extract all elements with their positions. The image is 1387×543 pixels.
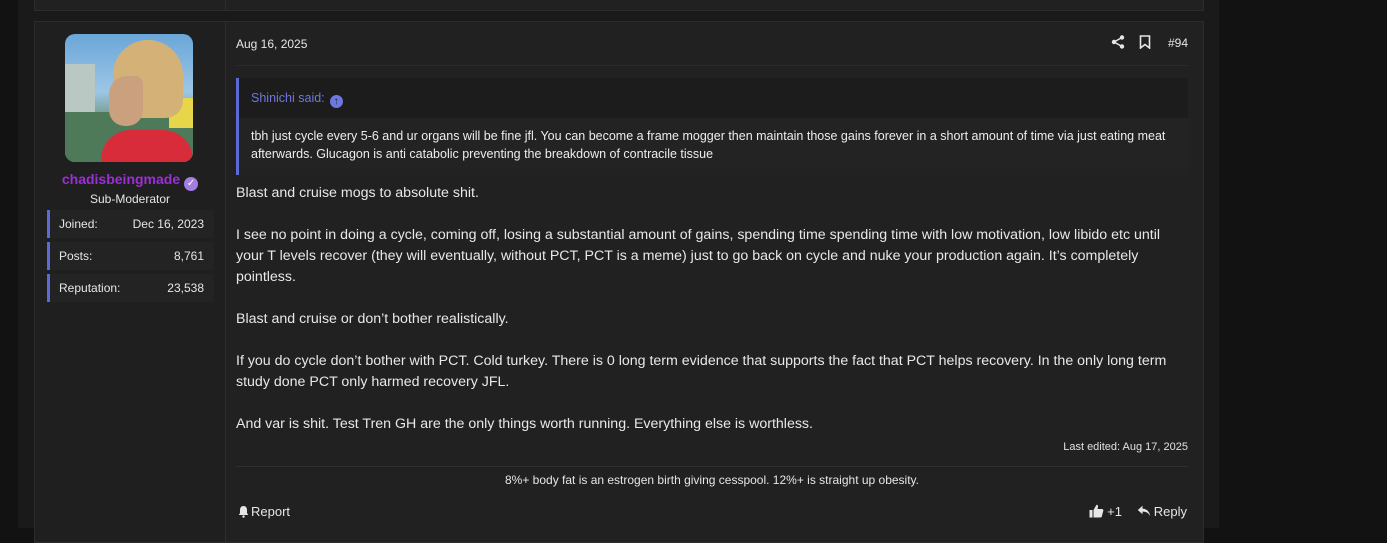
quote-text: tbh just cycle every 5-6 and ur organs w… <box>251 129 1166 161</box>
avatar-face <box>109 76 143 126</box>
avatar[interactable] <box>65 34 193 162</box>
stat-reputation: Reputation: 23,538 <box>47 274 214 302</box>
reply-button[interactable]: Reply <box>1137 504 1187 519</box>
report-button[interactable]: Report <box>238 504 290 519</box>
message-paragraph: If you do cycle don’t bother with PCT. C… <box>236 353 1167 390</box>
stat-label: Posts: <box>59 249 93 263</box>
stat-joined: Joined: Dec 16, 2023 <box>47 210 214 238</box>
message-paragraph: I see no point in doing a cycle, coming … <box>236 227 1161 285</box>
reply-arrow-icon <box>1137 505 1150 517</box>
reply-label: Reply <box>1153 504 1187 519</box>
stat-value: 23,538 <box>167 281 204 295</box>
like-button[interactable]: +1 <box>1089 504 1122 519</box>
quote-attribution[interactable]: Shinichi said: ↑ <box>251 91 343 108</box>
message-paragraph: Blast and cruise or don’t bother realist… <box>236 311 509 327</box>
divider <box>225 0 226 10</box>
username-link[interactable]: chadisbeingmade <box>62 171 180 187</box>
stat-label: Joined: <box>59 217 98 231</box>
divider <box>236 466 1188 467</box>
user-title: Sub-Moderator <box>89 192 171 206</box>
like-count: +1 <box>1107 504 1122 519</box>
post-footer: Report +1 Reply <box>236 504 1188 524</box>
username-row: chadisbeingmade ✓ <box>35 171 225 191</box>
user-info-panel: chadisbeingmade ✓ Sub-Moderator Joined: D… <box>35 22 226 542</box>
arrow-up-circle-icon[interactable]: ↑ <box>329 95 343 108</box>
forum-post: chadisbeingmade ✓ Sub-Moderator Joined: D… <box>34 21 1204 543</box>
last-edited-note: Last edited: Aug 17, 2025 <box>1063 441 1188 453</box>
divider <box>236 65 1188 66</box>
bell-icon <box>238 506 249 518</box>
stat-label: Reputation: <box>59 281 121 295</box>
quote-body: tbh just cycle every 5-6 and ur organs w… <box>239 118 1188 175</box>
signature: 8%+ body fat is an estrogen birth giving… <box>504 473 920 487</box>
avatar-shirt <box>101 130 193 162</box>
message-paragraph: And var is shit. Test Tren GH are the on… <box>236 416 813 432</box>
post-content: Aug 16, 2025 #94 Shinichi said: ↑ tbh ju… <box>236 22 1188 542</box>
stat-value: Dec 16, 2023 <box>132 217 204 231</box>
stat-posts: Posts: 8,761 <box>47 242 214 270</box>
bookmark-icon[interactable] <box>1139 35 1151 49</box>
page-column: chadisbeingmade ✓ Sub-Moderator Joined: D… <box>18 0 1219 543</box>
share-icon[interactable] <box>1111 35 1125 49</box>
previous-post-edge <box>34 0 1204 11</box>
post-number-link[interactable]: #94 <box>1168 36 1188 50</box>
post-date[interactable]: Aug 16, 2025 <box>236 37 307 51</box>
quote-block: Shinichi said: ↑ tbh just cycle every 5-6… <box>236 78 1188 175</box>
message-paragraph: Blast and cruise mogs to absolute shit. <box>236 185 479 201</box>
message-body: Blast and cruise mogs to absolute shit. … <box>236 183 1188 456</box>
verified-badge-icon: ✓ <box>184 177 199 191</box>
thumbs-up-icon <box>1089 504 1104 518</box>
report-label: Report <box>251 504 291 519</box>
stat-value: 8,761 <box>173 249 204 263</box>
quote-author[interactable]: Shinichi said: <box>251 91 325 105</box>
